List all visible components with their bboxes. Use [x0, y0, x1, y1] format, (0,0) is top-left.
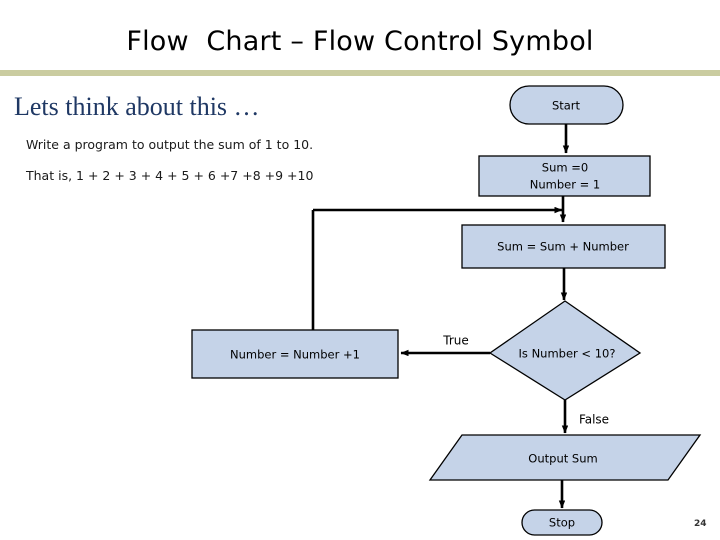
- false-edge-label: False: [579, 413, 609, 427]
- output-label: Output Sum: [528, 452, 597, 466]
- decision-label: Is Number < 10?: [519, 347, 616, 361]
- init-label-line-1: Sum =0: [542, 161, 588, 175]
- flow-node-decision[interactable]: Is Number < 10?: [488, 300, 642, 401]
- flow-node-init[interactable]: Sum =0 Number = 1: [478, 155, 651, 197]
- flow-node-output[interactable]: Output Sum: [428, 434, 702, 481]
- start-label: Start: [552, 99, 581, 113]
- flow-node-accumulate[interactable]: Sum = Sum + Number: [461, 224, 666, 269]
- flowchart-diagram: Start Sum =0 Number = 1 Sum = Sum + Numb…: [0, 0, 720, 540]
- true-edge-label: True: [442, 334, 469, 348]
- flow-node-start[interactable]: Start: [509, 85, 624, 125]
- stop-label: Stop: [549, 516, 575, 530]
- accumulate-label: Sum = Sum + Number: [497, 240, 629, 254]
- flow-node-increment[interactable]: Number = Number +1: [191, 329, 399, 379]
- flow-node-stop[interactable]: Stop: [521, 509, 603, 536]
- increment-label: Number = Number +1: [230, 348, 360, 362]
- init-label-line-2: Number = 1: [530, 178, 600, 192]
